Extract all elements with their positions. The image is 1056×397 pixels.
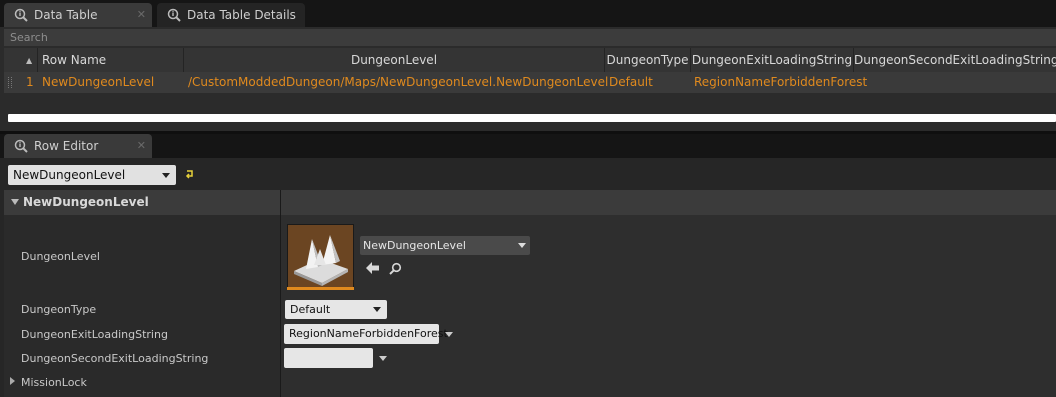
second-exit-loading-string-field[interactable]	[284, 348, 373, 368]
cell-exit-loading-string[interactable]: RegionNameForbiddenForest	[694, 72, 867, 93]
collapsed-arrow-icon[interactable]	[10, 377, 15, 385]
column-header-second-exit-loading-string[interactable]: DungeonSecondExitLoadingString	[854, 48, 1056, 72]
horizontal-scrollbar[interactable]	[8, 114, 1056, 122]
property-label-mission-lock[interactable]: MissionLock	[21, 376, 87, 389]
chevron-down-icon[interactable]	[445, 332, 453, 337]
table-header: ▲ Row Name DungeonLevel DungeonType Dung…	[4, 48, 1056, 72]
browse-magnifier-icon[interactable]	[389, 262, 402, 275]
property-label-dungeon-level: DungeonLevel	[21, 250, 100, 263]
table-row[interactable]: 1 NewDungeonLevel /CustomModdedDungeon/M…	[4, 72, 1056, 93]
tab-data-table-label: Data Table	[34, 8, 98, 22]
search-input[interactable]	[4, 29, 1056, 46]
close-icon[interactable]: ✕	[137, 139, 146, 152]
header-index-cell[interactable]: ▲	[4, 48, 38, 72]
info-magnifier-icon	[14, 8, 28, 22]
dungeon-type-value: Default	[290, 303, 331, 316]
row-select-dropdown[interactable]: NewDungeonLevel	[8, 165, 176, 185]
tab-data-table-details[interactable]: Data Table Details	[157, 3, 305, 27]
column-header-row-name[interactable]: Row Name	[38, 48, 184, 72]
level-asset-name: NewDungeonLevel	[363, 239, 466, 252]
cell-row-name[interactable]: NewDungeonLevel	[42, 72, 154, 93]
row-editor-tab-bar: Row Editor ✕	[0, 134, 1056, 158]
cell-dungeon-type[interactable]: Default	[609, 72, 653, 93]
column-header-exit-loading-string[interactable]: DungeonExitLoadingString	[691, 48, 854, 72]
column-header-dungeon-type[interactable]: DungeonType	[605, 48, 691, 72]
info-magnifier-icon	[167, 8, 181, 22]
expanded-arrow-icon	[11, 199, 19, 205]
property-label-dungeon-type: DungeonType	[21, 303, 97, 316]
info-magnifier-icon	[14, 139, 28, 153]
exit-loading-string-field[interactable]: RegionNameForbiddenForest	[284, 324, 448, 344]
chevron-down-icon[interactable]	[379, 356, 387, 361]
use-selected-arrow-icon[interactable]	[366, 262, 379, 274]
chevron-down-icon	[518, 243, 526, 248]
map-asset-icon	[288, 225, 353, 289]
level-asset-thumbnail[interactable]	[287, 224, 354, 290]
level-asset-picker[interactable]: NewDungeonLevel	[360, 236, 530, 255]
category-title: NewDungeonLevel	[23, 195, 149, 209]
asset-type-color-bar	[287, 287, 354, 290]
category-header[interactable]: NewDungeonLevel	[4, 190, 1056, 215]
property-label-second-exit-loading-string: DungeonSecondExitLoadingString	[21, 352, 209, 365]
dungeon-type-dropdown[interactable]: Default	[285, 300, 387, 319]
row-select-value: NewDungeonLevel	[13, 168, 126, 182]
tab-row-editor[interactable]: Row Editor ✕	[4, 134, 152, 158]
cell-dungeon-level[interactable]: /CustomModdedDungeon/Maps/NewDungeonLeve…	[188, 72, 608, 93]
document-tab-bar: Data Table ✕ Data Table Details	[0, 0, 1056, 27]
tab-data-table[interactable]: Data Table ✕	[4, 3, 152, 27]
property-label-exit-loading-string: DungeonExitLoadingString	[21, 328, 168, 341]
chevron-down-icon	[162, 173, 170, 178]
chevron-down-icon	[373, 307, 381, 312]
tab-row-editor-label: Row Editor	[34, 139, 99, 153]
column-splitter[interactable]	[280, 190, 281, 397]
drag-handle-icon[interactable]	[8, 77, 12, 88]
close-icon[interactable]: ✕	[137, 8, 146, 21]
row-index: 1	[26, 75, 34, 89]
exit-loading-string-value: RegionNameForbiddenForest	[289, 327, 448, 340]
tab-data-table-details-label: Data Table Details	[187, 8, 296, 22]
reset-arrow-icon[interactable]	[184, 168, 196, 180]
sort-ascending-icon: ▲	[26, 56, 33, 65]
column-header-dungeon-level[interactable]: DungeonLevel	[184, 48, 605, 72]
